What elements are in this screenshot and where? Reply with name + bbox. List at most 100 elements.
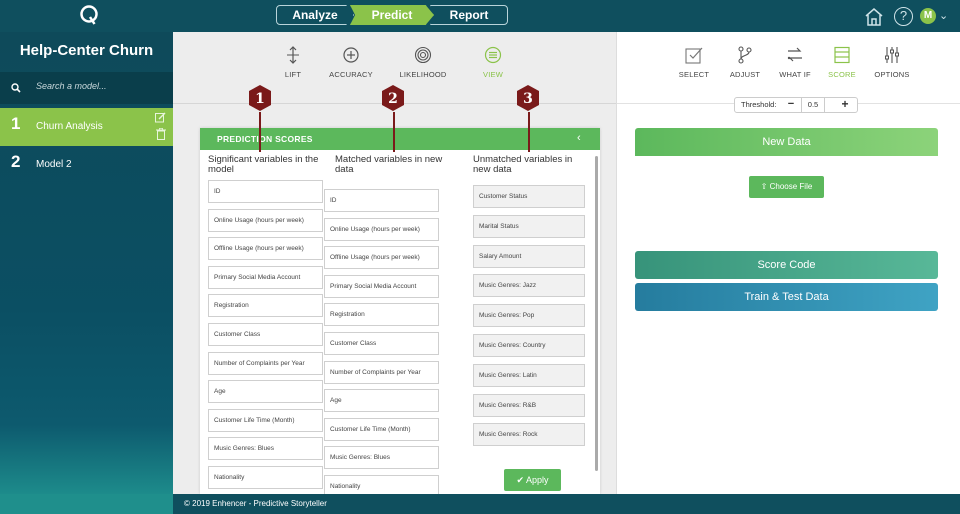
unmatched-variable-item[interactable]: Music Genres: Jazz [473,274,585,298]
sidebar-item-churn-analysis[interactable]: 1 Churn Analysis [0,108,173,146]
accuracy-icon [343,47,359,63]
threshold-decrement-button[interactable]: − [783,98,799,112]
prediction-scores-panel: PREDICTION SCORES ‹ Significant variable… [200,128,600,494]
check-icon: ✔ [516,475,524,485]
column-heading-matched: Matched variables in new data [335,154,443,175]
trash-icon[interactable] [156,128,166,140]
train-test-data-button[interactable]: Train & Test Data [635,283,938,311]
matched-variable-item[interactable]: Customer Class [324,331,439,355]
app-logo-icon[interactable] [79,4,99,26]
upload-icon: ⇧ [760,182,768,191]
threshold-increment-button[interactable]: + [837,98,853,112]
tool-likelihood[interactable]: LIKELIHOOD [393,46,453,79]
significant-variable-item[interactable]: Number of Complaints per Year [208,351,323,375]
matched-variable-item[interactable]: Nationality [324,474,439,494]
model-number: 2 [11,152,21,171]
top-bar: Analyze Predict Report ? M ⌄ [0,0,960,32]
significant-variable-item[interactable]: Music Genres: Blues [208,437,323,461]
edit-icon[interactable] [155,112,166,123]
tool-view[interactable]: VIEW [463,46,523,79]
unmatched-variable-item[interactable]: Music Genres: Country [473,333,585,357]
apply-button[interactable]: ✔ Apply [504,469,561,491]
view-list-icon [484,46,502,64]
tool-label: OPTIONS [874,70,910,79]
what-if-icon [787,47,802,62]
chevron-down-icon[interactable]: ⌄ [939,9,948,22]
right-panel: SELECT ADJUST WHAT IF SCORE OPTIONS Thre… [616,32,960,494]
unmatched-variable-item[interactable]: Music Genres: Rock [473,423,585,447]
tool-options[interactable]: OPTIONS [862,46,922,79]
tool-label: LIFT [284,70,302,79]
marker-2-badge: 2 [382,85,404,111]
project-title: Help-Center Churn [19,42,154,59]
new-data-section-header[interactable]: New Data [635,128,938,156]
threshold-stepper: Threshold: − 0.5 + [734,97,858,113]
significant-variable-item[interactable]: Primary Social Media Account [208,265,323,289]
apply-label: Apply [526,475,549,485]
matched-variable-item[interactable]: Music Genres: Blues [324,446,439,470]
choose-file-button[interactable]: ⇧ Choose File [749,176,824,198]
significant-variable-item[interactable]: Customer Life Time (Month) [208,408,323,432]
step-analyze[interactable]: Analyze [276,5,354,25]
marker-pointer [259,112,261,152]
threshold-input[interactable]: 0.5 [801,98,825,112]
significant-variable-item[interactable]: Nationality [208,465,323,489]
model-label: Model 2 [36,159,72,170]
significant-variable-item[interactable]: Customer Class [208,322,323,346]
significant-variable-item[interactable]: Offline Usage (hours per week) [208,237,323,261]
matched-variable-item[interactable]: Number of Complaints per Year [324,360,439,384]
significant-variable-item[interactable]: Registration [208,294,323,318]
step-report[interactable]: Report [430,5,508,25]
matched-variable-item[interactable]: Primary Social Media Account [324,274,439,298]
matched-variable-item[interactable]: Age [324,389,439,413]
score-code-button[interactable]: Score Code [635,251,938,279]
select-checkbox-icon [685,47,703,64]
model-search[interactable]: Search a model... [0,72,173,104]
sidebar: Help-Center Churn Search a model... 1 Ch… [0,32,173,494]
unmatched-variable-item[interactable]: Music Genres: Pop [473,304,585,328]
tool-lift[interactable]: LIFT [263,46,323,79]
unmatched-variable-item[interactable]: Marital Status [473,214,585,238]
footer: © 2019 Enhencer - Predictive Storyteller [173,494,960,514]
score-bars-icon [834,46,850,64]
column-heading-unmatched: Unmatched variables in new data [473,154,573,175]
choose-file-label: Choose File [769,182,813,191]
threshold-label: Threshold: [741,100,777,109]
unmatched-variable-item[interactable]: Music Genres: Latin [473,363,585,387]
avatar[interactable]: M [920,8,936,24]
significant-variable-item[interactable]: Online Usage (hours per week) [208,208,323,232]
model-label: Churn Analysis [36,121,103,132]
matched-variable-item[interactable]: Registration [324,303,439,327]
marker-number: 1 [255,91,265,107]
matched-variables-list: ID Online Usage (hours per week) Offline U… [324,189,439,494]
tool-accuracy[interactable]: ACCURACY [321,46,381,79]
matched-variable-item[interactable]: ID [324,189,439,212]
marker-pointer [393,112,395,152]
sidebar-item-model-2[interactable]: 2 Model 2 [0,146,173,184]
marker-number: 2 [388,91,398,107]
unmatched-variable-item[interactable]: Customer Status [473,185,585,208]
scrollbar[interactable] [595,156,598,471]
search-icon [11,83,21,93]
step-predict[interactable]: Predict [350,5,434,25]
help-icon[interactable]: ? [894,7,913,26]
sidebar-footer [0,494,173,514]
target-icon [414,46,432,64]
chevron-left-icon[interactable]: ‹ [577,132,581,144]
matched-variable-item[interactable]: Offline Usage (hours per week) [324,246,439,270]
unmatched-variable-item[interactable]: Music Genres: R&B [473,393,585,417]
significant-variable-item[interactable]: Age [208,380,323,404]
column-heading-significant: Significant variables in the model [208,154,319,175]
matched-variable-item[interactable]: Customer Life Time (Month) [324,417,439,441]
significant-variable-item[interactable]: ID [208,180,323,203]
home-icon[interactable] [864,7,884,27]
tool-label: LIKELIHOOD [399,70,447,79]
marker-pointer [528,112,530,152]
search-input[interactable]: Search a model... [36,81,107,91]
unmatched-variables-list: Customer Status Marital Status Salary Amou… [473,185,585,453]
matched-variable-item[interactable]: Online Usage (hours per week) [324,217,439,241]
unmatched-variable-item[interactable]: Salary Amount [473,244,585,268]
right-toolbar: SELECT ADJUST WHAT IF SCORE OPTIONS [617,32,960,104]
marker-3-badge: 3 [517,85,539,111]
marker-number: 3 [523,91,533,107]
